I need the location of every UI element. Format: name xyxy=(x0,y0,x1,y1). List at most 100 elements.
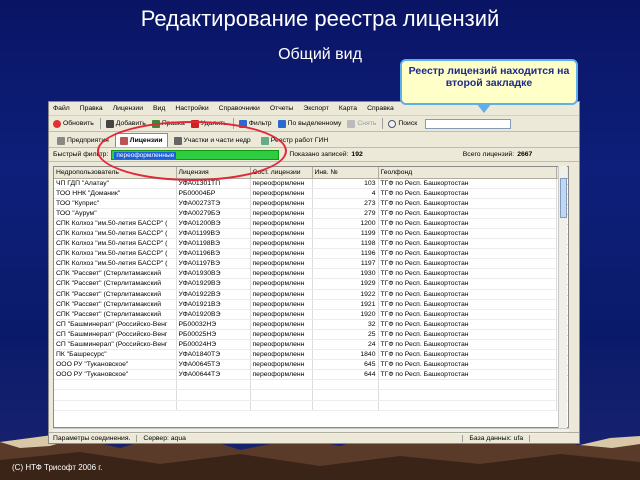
edit-button[interactable]: Правка xyxy=(151,119,185,128)
menu-view[interactable]: Вид xyxy=(153,105,165,112)
table-cell: переоформленн xyxy=(250,258,313,270)
refresh-label: Обновить xyxy=(63,120,94,127)
col-inv-number[interactable]: Инв. № xyxy=(312,167,379,179)
search-button[interactable]: Поиск xyxy=(388,119,417,128)
table-row[interactable]: СПК Колхоз "им.50-летия БАССР" (УФА01200… xyxy=(54,218,568,229)
table-row[interactable] xyxy=(54,379,568,391)
tab-licenses-label: Лицензии xyxy=(129,137,163,144)
table-cell: ТГФ по Респ. Башкортостан xyxy=(378,188,557,199)
table-cell: ТГФ по Респ. Башкортостан xyxy=(378,268,557,280)
tab-subsoil-areas[interactable]: Участки и части недр xyxy=(170,134,255,147)
table-cell: 645 xyxy=(312,359,379,371)
table-row[interactable]: СПК "Рассвет" (Стерлитамакский УФА01920ВЭ… xyxy=(54,309,568,320)
table-row[interactable]: ТОО ННК "Доманик" РБ00004БР переоформленн 4… xyxy=(54,188,568,199)
table-cell: ТГФ по Респ. Башкортостан xyxy=(378,248,557,260)
col-subsoil-user[interactable]: Недропользователь xyxy=(54,167,177,179)
table-cell xyxy=(250,379,313,391)
quick-filter-value: переоформленные xyxy=(114,151,177,159)
table-cell: переоформленн xyxy=(250,268,313,280)
table-cell: ПК "Башресурс" xyxy=(54,349,177,361)
table-cell: ТГФ по Респ. Башкортостан xyxy=(378,238,557,250)
vertical-scrollbar[interactable] xyxy=(558,166,567,428)
menu-edit[interactable]: Правка xyxy=(80,105,103,112)
filter-by-selected-button[interactable]: По выделенному xyxy=(277,119,341,128)
clear-filter-button[interactable]: Снять xyxy=(347,119,376,128)
table-cell: 273 xyxy=(312,198,379,209)
table-row[interactable]: СПК "Рассвет" (Стерлитамакский УФА01922ВЭ… xyxy=(54,289,568,300)
table-row[interactable]: СПК Колхоз "им.50-летия БАССР" (УФА01197… xyxy=(54,258,568,270)
edit-icon xyxy=(151,119,160,128)
table-row[interactable]: ТОО "Аурум" УФА00279БЭ переоформленн 279 ТГФ… xyxy=(54,208,568,219)
quick-filter-input[interactable]: переоформленные xyxy=(111,149,280,160)
table-cell: ТГФ по Респ. Башкортостан xyxy=(378,319,557,330)
table-cell: ТГФ по Респ. Башкортостан xyxy=(378,278,557,290)
shown-records-count: 192 xyxy=(351,151,363,158)
refresh-button[interactable]: Обновить xyxy=(53,119,94,128)
menu-file[interactable]: Файл xyxy=(53,105,70,112)
table-cell: переоформленн xyxy=(250,228,313,240)
table-cell: 1196 xyxy=(312,248,379,260)
table-cell: переоформленн xyxy=(250,208,313,219)
search-input[interactable] xyxy=(425,118,512,129)
table-cell: УФА01301ТП xyxy=(176,178,251,189)
table-row[interactable]: СПК Колхоз "им.50-летия БАССР" (УФА01198… xyxy=(54,238,568,250)
tab-gin-works[interactable]: Реестр работ ГИН xyxy=(257,134,333,147)
table-row[interactable]: ПК "Башресурс" УФА01840ТЭ переоформленн 184… xyxy=(54,349,568,361)
table-row[interactable]: ООО РУ "Тукановское" УФА00645ТЭ переоформл… xyxy=(54,359,568,371)
table-cell: переоформленн xyxy=(250,349,313,361)
filter-button[interactable]: Фильтр xyxy=(238,119,272,128)
table-cell: 103 xyxy=(312,178,379,189)
callout-tail xyxy=(476,103,492,113)
add-button[interactable]: Добавить xyxy=(105,119,146,128)
table-row[interactable]: СПК "Рассвет" (Стерлитамакский УФА01921ВЭ… xyxy=(54,299,568,310)
table-row[interactable]: СПК Колхоз "им.50-летия БАССР" (УФА01196… xyxy=(54,248,568,260)
table-row[interactable]: СПК "Рассвет" (Стерлитамакский УФА01929ВЭ… xyxy=(54,278,568,290)
menu-licenses[interactable]: Лицензии xyxy=(113,105,143,112)
table-cell: ТГФ по Респ. Башкортостан xyxy=(378,198,557,209)
menu-settings[interactable]: Настройки xyxy=(175,105,208,112)
scroll-thumb[interactable] xyxy=(560,178,567,218)
edit-label: Правка xyxy=(161,120,185,127)
menu-map[interactable]: Карта xyxy=(339,105,357,112)
table-cell xyxy=(312,389,379,401)
search-icon xyxy=(388,119,397,128)
menu-reports[interactable]: Отчеты xyxy=(270,105,294,112)
table-cell xyxy=(312,379,379,391)
col-license[interactable]: Лицензия xyxy=(176,167,251,179)
table-row[interactable] xyxy=(54,400,568,411)
table-cell: РБ00032НЭ xyxy=(176,319,251,330)
table-cell: УФА01199ВЭ xyxy=(176,228,251,240)
status-db: База данных: ufa xyxy=(469,434,531,442)
menu-directories[interactable]: Справочники xyxy=(219,105,260,112)
add-label: Добавить xyxy=(115,120,146,127)
table-cell xyxy=(250,389,313,401)
tools-icon xyxy=(173,136,182,145)
filter-label: Фильтр xyxy=(248,120,272,127)
table-row[interactable]: СП "Башминерал" (Российско-Венг РБ00025НЭ… xyxy=(54,329,568,341)
table-cell: ТОО "Аурум" xyxy=(54,208,177,219)
table-row[interactable]: СП "Башминерал" (Российско-Венг РБ00024НЭ… xyxy=(54,339,568,351)
col-geofund[interactable]: Геолфонд xyxy=(378,167,557,179)
table-cell: СПК "Рассвет" (Стерлитамакский xyxy=(54,309,177,320)
filter-selected-icon xyxy=(277,119,286,128)
tab-subsoil-areas-label: Участки и части недр xyxy=(183,137,251,144)
table-row[interactable]: ЧП ГДП "Алатау" УФА01301ТП переоформленн 10… xyxy=(54,178,568,189)
table-cell: переоформленн xyxy=(250,319,313,330)
table-row[interactable]: СПК Колхоз "им.50-летия БАССР" (УФА01199… xyxy=(54,228,568,240)
table-cell: РБ00024НЭ xyxy=(176,339,251,351)
tab-licenses[interactable]: Лицензии xyxy=(114,133,168,147)
menu-export[interactable]: Экспорт xyxy=(303,105,329,112)
tab-enterprises[interactable]: Предприятия xyxy=(53,134,113,147)
table-row[interactable]: СП "Башминерал" (Российско-Венг РБ00032НЭ… xyxy=(54,319,568,330)
table-row[interactable]: ООО РУ "Тукановское" УФА00644ТЭ переоформл… xyxy=(54,369,568,381)
table-row[interactable]: ТОО "Куприс" УФА00273ТЭ переоформленн 273 ТГ… xyxy=(54,198,568,209)
menu-help[interactable]: Справка xyxy=(367,105,394,112)
table-cell: ТГФ по Респ. Башкортостан xyxy=(378,178,557,189)
table-cell: ТОО ННК "Доманик" xyxy=(54,188,177,199)
table-cell: 4 xyxy=(312,188,379,199)
delete-button[interactable]: Удалить xyxy=(190,119,227,128)
col-license-state[interactable]: Сост. лицензии xyxy=(250,167,313,179)
table-row[interactable]: СПК "Рассвет" (Стерлитамакский УФА01930ВЭ… xyxy=(54,268,568,280)
table-row[interactable] xyxy=(54,389,568,401)
status-bar: Параметры соединения. Сервер: aqua База … xyxy=(49,432,579,443)
